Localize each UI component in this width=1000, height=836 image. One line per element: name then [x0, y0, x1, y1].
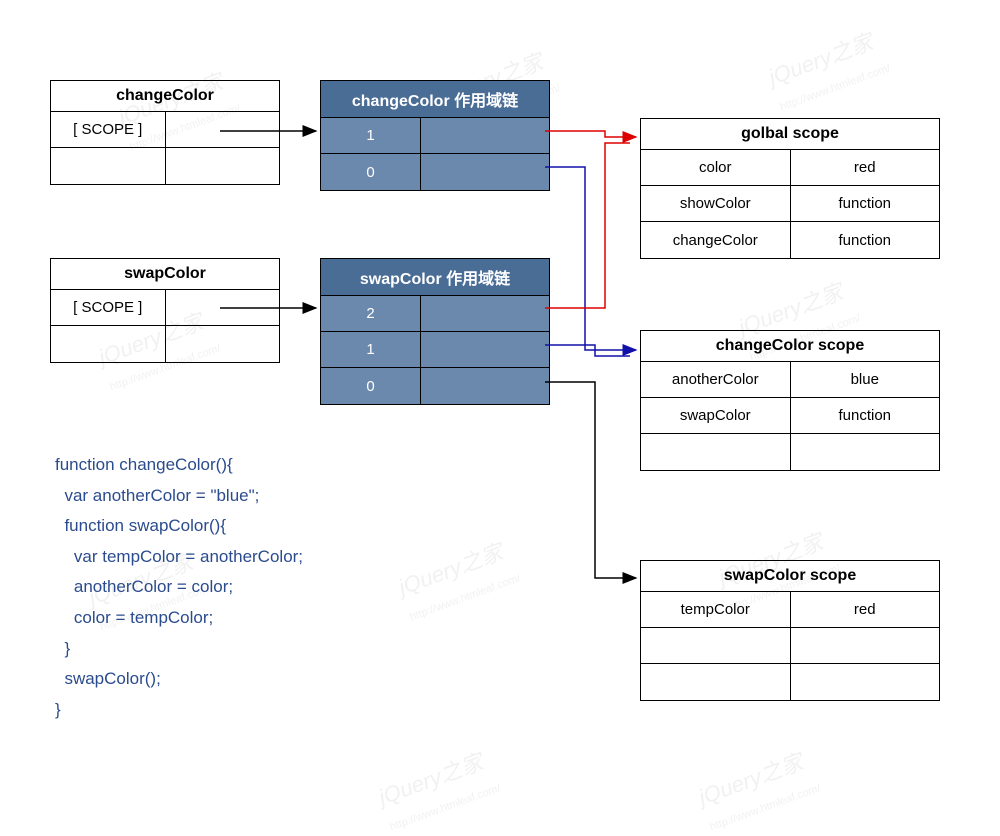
scope-chain-changecolor: changeColor 作用域链 1 0 — [320, 80, 550, 191]
scope-prop-key: anotherColor — [641, 362, 791, 397]
arrow — [545, 345, 630, 356]
scope-chain-index: 2 — [321, 296, 421, 331]
function-box-changecolor: changeColor [ SCOPE ] — [50, 80, 280, 185]
scope-label: [ SCOPE ] — [51, 112, 166, 147]
code-line: var anotherColor = "blue"; — [55, 481, 303, 512]
scope-prop-key: swapColor — [641, 398, 791, 433]
scope-prop-key: color — [641, 150, 791, 185]
scope-prop-val: blue — [791, 362, 940, 397]
arrow — [545, 167, 636, 350]
scope-prop-val: function — [791, 398, 940, 433]
code-line: } — [55, 634, 303, 665]
arrow — [545, 131, 636, 137]
scope-prop-key — [641, 664, 791, 700]
scope-chain-index: 1 — [321, 118, 421, 153]
scope-table-swapcolor: swapColor scope tempColorred — [640, 560, 940, 701]
scope-chain-index: 1 — [321, 332, 421, 367]
watermark: jQuery之家http://www.htmleaf.com/ — [694, 742, 824, 836]
scope-prop-key: tempColor — [641, 592, 791, 627]
scope-table-changecolor: changeColor scope anotherColorblue swapC… — [640, 330, 940, 471]
code-line: var tempColor = anotherColor; — [55, 542, 303, 573]
scope-prop-key — [641, 434, 791, 470]
code-line: anotherColor = color; — [55, 572, 303, 603]
code-line: function changeColor(){ — [55, 450, 303, 481]
scope-prop-val: red — [791, 592, 940, 627]
function-box-swapcolor: swapColor [ SCOPE ] — [50, 258, 280, 363]
scope-chain-index: 0 — [321, 368, 421, 404]
function-box-title: changeColor — [51, 81, 279, 112]
scope-prop-key: changeColor — [641, 222, 791, 258]
scope-prop-val — [791, 434, 940, 470]
watermark: jQuery之家http://www.htmleaf.com/ — [764, 22, 894, 116]
code-snippet: function changeColor(){ var anotherColor… — [55, 450, 303, 725]
scope-prop-val: function — [791, 186, 940, 221]
scope-chain-index: 0 — [321, 154, 421, 190]
scope-chain-swapcolor: swapColor 作用域链 2 1 0 — [320, 258, 550, 405]
scope-prop-key — [641, 628, 791, 663]
function-box-title: swapColor — [51, 259, 279, 290]
scope-label: [ SCOPE ] — [51, 290, 166, 325]
scope-table-title: changeColor scope — [641, 331, 939, 362]
arrow — [545, 143, 630, 308]
scope-chain-title: changeColor 作用域链 — [321, 81, 549, 118]
scope-prop-key: showColor — [641, 186, 791, 221]
watermark: jQuery之家http://www.htmleaf.com/ — [374, 742, 504, 836]
scope-prop-val: function — [791, 222, 940, 258]
scope-table-title: golbal scope — [641, 119, 939, 150]
watermark: jQuery之家http://www.htmleaf.com/ — [394, 532, 524, 626]
code-line: swapColor(); — [55, 664, 303, 695]
code-line: } — [55, 695, 303, 726]
scope-prop-val: red — [791, 150, 940, 185]
scope-prop-val — [791, 628, 940, 663]
scope-prop-val — [791, 664, 940, 700]
scope-table-title: swapColor scope — [641, 561, 939, 592]
code-line: function swapColor(){ — [55, 511, 303, 542]
scope-table-global: golbal scope colorred showColorfunction … — [640, 118, 940, 259]
code-line: color = tempColor; — [55, 603, 303, 634]
arrow — [545, 382, 636, 578]
scope-chain-title: swapColor 作用域链 — [321, 259, 549, 296]
